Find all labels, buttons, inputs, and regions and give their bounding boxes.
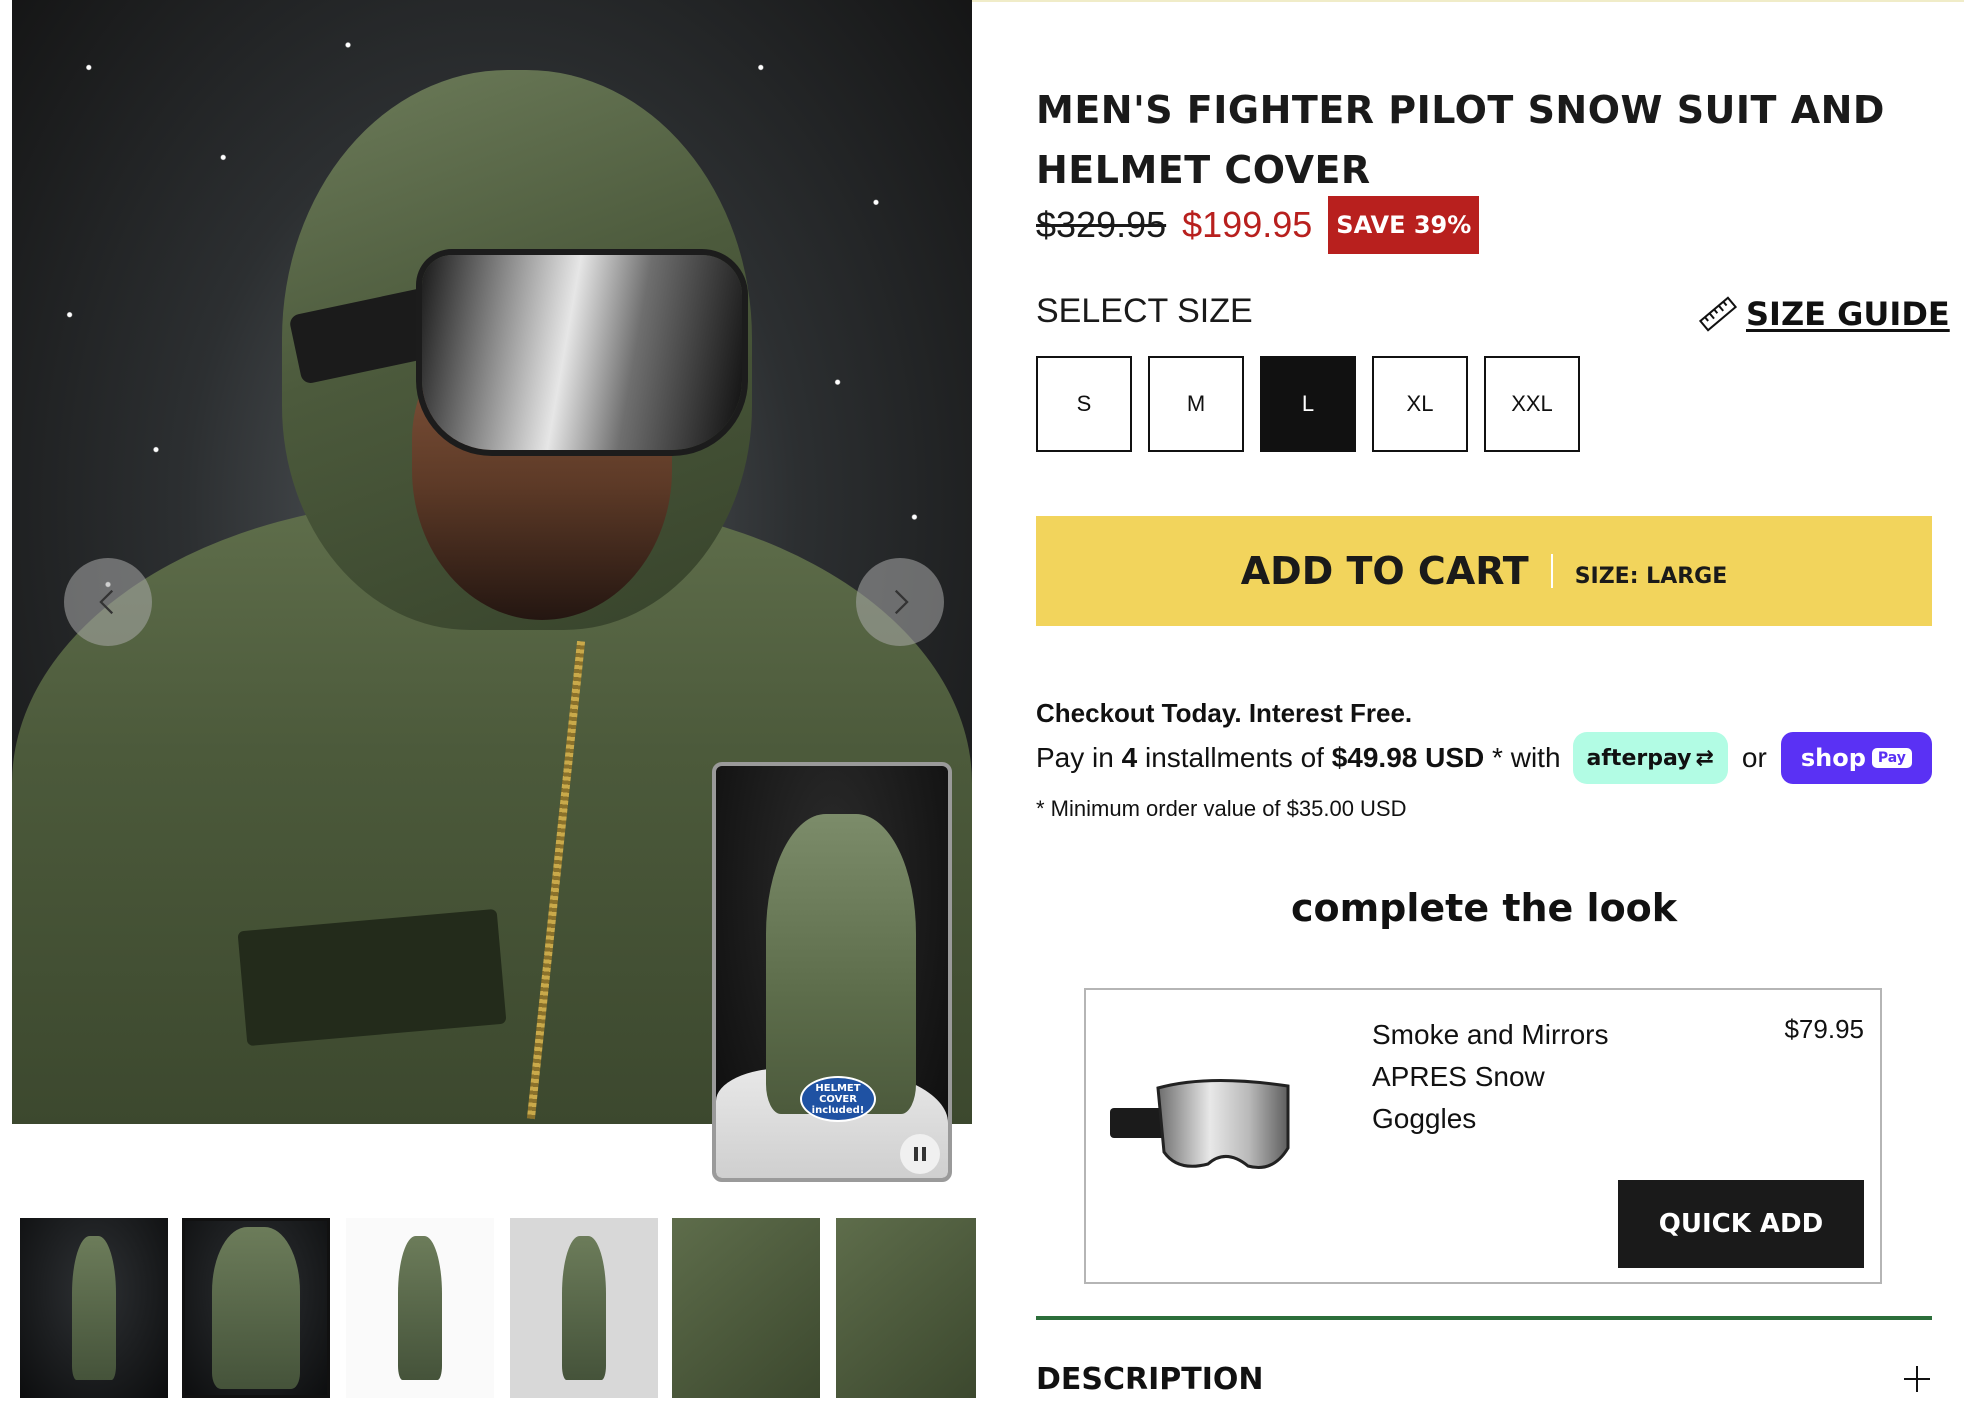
pay-in-text: Pay in xyxy=(1036,742,1114,773)
chevron-left-icon xyxy=(99,589,114,615)
goggles-thumbnail xyxy=(1110,1079,1290,1169)
thumbnail-3[interactable] xyxy=(346,1218,494,1398)
price-row: $329.95 $199.95 SAVE 39% xyxy=(1036,196,1480,254)
afterpay-button[interactable]: afterpay ⇄ xyxy=(1572,732,1728,784)
badge-line: included! xyxy=(811,1104,865,1116)
with-text: * with xyxy=(1492,742,1561,773)
look-item-name[interactable]: Smoke and Mirrors APRES Snow Goggles xyxy=(1372,1014,1672,1140)
video-pause-button[interactable] xyxy=(900,1134,940,1174)
size-option-xl[interactable]: XL xyxy=(1372,356,1468,452)
size-option-m[interactable]: M xyxy=(1148,356,1244,452)
thumbnail-4[interactable] xyxy=(510,1218,658,1398)
or-text: or xyxy=(1741,742,1767,773)
description-label: DESCRIPTION xyxy=(1036,1361,1264,1397)
installments-of-text: installments of xyxy=(1144,742,1324,773)
size-guide-label: SIZE GUIDE xyxy=(1746,295,1950,333)
helmet-cover-badge: HELMET COVER included! xyxy=(800,1076,876,1122)
plus-icon xyxy=(1902,1364,1932,1394)
add-to-cart-divider xyxy=(1550,554,1553,588)
look-item-name-line: Smoke and Mirrors xyxy=(1372,1019,1609,1050)
description-accordion[interactable]: DESCRIPTION xyxy=(1036,1354,1932,1404)
quick-add-button[interactable]: QUICK ADD xyxy=(1618,1180,1864,1268)
gallery-prev-button[interactable] xyxy=(64,558,152,646)
shop-pay-chip: Pay xyxy=(1871,748,1912,768)
installments-line: Pay in 4 installments of $49.98 USD * wi… xyxy=(1036,732,1932,784)
minimum-order-note: * Minimum order value of $35.00 USD xyxy=(1036,796,1407,821)
original-price: $329.95 xyxy=(1036,204,1167,245)
add-to-cart-button[interactable]: ADD TO CART SIZE: LARGE xyxy=(1036,516,1932,626)
gallery-next-button[interactable] xyxy=(856,558,944,646)
afterpay-icon: ⇄ xyxy=(1695,745,1714,771)
pause-icon xyxy=(914,1147,918,1161)
video-figure-shape xyxy=(766,814,916,1114)
thumbnail-5[interactable] xyxy=(672,1218,820,1398)
size-option-xxl[interactable]: XXL xyxy=(1484,356,1580,452)
save-badge: SAVE 39% xyxy=(1328,196,1480,254)
select-size-label: SELECT SIZE xyxy=(1036,292,1253,330)
selected-size-text: SIZE: LARGE xyxy=(1574,563,1728,589)
chevron-right-icon xyxy=(894,589,909,615)
ruler-icon xyxy=(1698,296,1738,332)
size-option-s[interactable]: S xyxy=(1036,356,1132,452)
badge-line: HELMET xyxy=(815,1082,861,1094)
product-video-card[interactable]: HELMET COVER included! xyxy=(712,762,952,1182)
header-divider xyxy=(972,0,1964,2)
installment-count: 4 xyxy=(1121,742,1138,773)
shop-pay-label: shop xyxy=(1800,744,1866,772)
sale-price: $199.95 xyxy=(1182,204,1313,245)
look-item-price: $79.95 xyxy=(1784,1014,1864,1044)
complete-the-look-heading: complete the look xyxy=(1290,886,1678,930)
look-item-name-line: Goggles xyxy=(1372,1103,1477,1134)
product-title: MEN'S FIGHTER PILOT SNOW SUIT AND HELMET… xyxy=(1036,88,1885,192)
thumbnail-6[interactable] xyxy=(836,1218,976,1398)
size-guide-link[interactable]: SIZE GUIDE xyxy=(1696,292,1950,336)
chest-pocket-shape xyxy=(237,908,507,1047)
badge-line: COVER xyxy=(819,1093,857,1105)
description-divider xyxy=(1036,1316,1932,1320)
add-to-cart-label: ADD TO CART xyxy=(1240,549,1529,593)
checkout-heading: Checkout Today. Interest Free. xyxy=(1036,698,1413,728)
thumbnail-1[interactable] xyxy=(20,1218,168,1398)
complete-look-card[interactable]: Smoke and Mirrors APRES Snow Goggles $79… xyxy=(1084,988,1882,1284)
afterpay-label: afterpay xyxy=(1586,745,1692,771)
size-option-l[interactable]: L xyxy=(1260,356,1356,452)
look-item-name-line: APRES Snow xyxy=(1372,1061,1545,1092)
installment-amount: $49.98 USD xyxy=(1331,742,1485,773)
thumbnail-2[interactable] xyxy=(182,1218,330,1398)
shop-pay-button[interactable]: shop Pay xyxy=(1780,732,1932,784)
goggle-lens-shape xyxy=(422,255,742,450)
